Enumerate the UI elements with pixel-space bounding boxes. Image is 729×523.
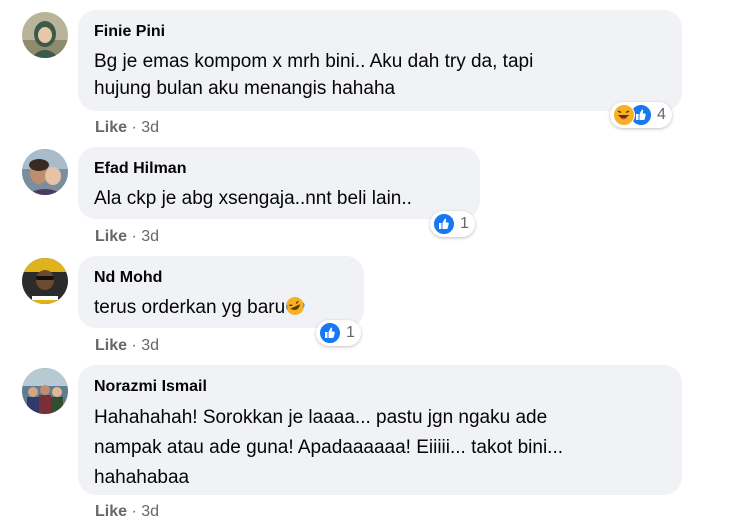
comment-timestamp[interactable]: 3d	[141, 119, 159, 136]
comment-bubble: Nd Mohd terus orderkan yg baru	[78, 256, 364, 328]
comment-meta: Like · 3d	[95, 502, 159, 522]
avatar[interactable]	[22, 12, 68, 58]
comment-text-content: terus orderkan yg baru	[94, 297, 286, 318]
like-react-icon	[319, 322, 341, 344]
avatar[interactable]	[22, 258, 68, 304]
comment-author[interactable]: Finie Pini	[94, 22, 668, 42]
like-button[interactable]: Like	[95, 228, 127, 245]
comment-author[interactable]: Norazmi Ismail	[94, 377, 668, 397]
comment-text: Bg je emas kompom x mrh bini.. Aku dah t…	[94, 51, 534, 99]
comment-meta: Like · 3d	[95, 336, 159, 356]
reaction-count: 1	[460, 215, 469, 232]
comment-bubble: Efad Hilman Ala ckp je abg xsengaja..nnt…	[78, 147, 480, 219]
comment-text: Hahahahah! Sorokkan je laaaa... pastu jg…	[94, 407, 563, 488]
like-button[interactable]: Like	[95, 119, 127, 136]
meta-separator: ·	[131, 503, 137, 520]
avatar[interactable]	[22, 149, 68, 195]
meta-separator: ·	[131, 337, 137, 354]
avatar[interactable]	[22, 368, 68, 414]
comment-timestamp[interactable]: 3d	[141, 228, 159, 245]
reaction-summary[interactable]: 4	[610, 102, 672, 128]
comment-timestamp[interactable]: 3d	[141, 503, 159, 520]
like-button[interactable]: Like	[95, 337, 127, 354]
comment-meta: Like · 3d	[95, 227, 159, 247]
reaction-summary[interactable]: 1	[316, 320, 361, 346]
reaction-count: 1	[346, 324, 355, 341]
like-react-icon	[433, 213, 455, 235]
comment-text: terus orderkan yg baru	[94, 294, 350, 321]
comment-author[interactable]: Nd Mohd	[94, 268, 350, 288]
comment-text: Ala ckp je abg xsengaja..nnt beli lain..	[94, 188, 412, 209]
comment-bubble: Norazmi Ismail Hahahahah! Sorokkan je la…	[78, 365, 682, 495]
reaction-count: 4	[657, 106, 666, 123]
comment-timestamp[interactable]: 3d	[141, 337, 159, 354]
comment-meta: Like · 3d	[95, 118, 159, 138]
meta-separator: ·	[131, 228, 137, 245]
meta-separator: ·	[131, 119, 137, 136]
comment-author[interactable]: Efad Hilman	[94, 159, 466, 179]
comment-bubble: Finie Pini Bg je emas kompom x mrh bini.…	[78, 10, 682, 111]
reaction-summary[interactable]: 1	[430, 211, 475, 237]
rofl-emoji-icon	[285, 296, 305, 316]
like-button[interactable]: Like	[95, 503, 127, 520]
haha-react-icon	[613, 104, 635, 126]
